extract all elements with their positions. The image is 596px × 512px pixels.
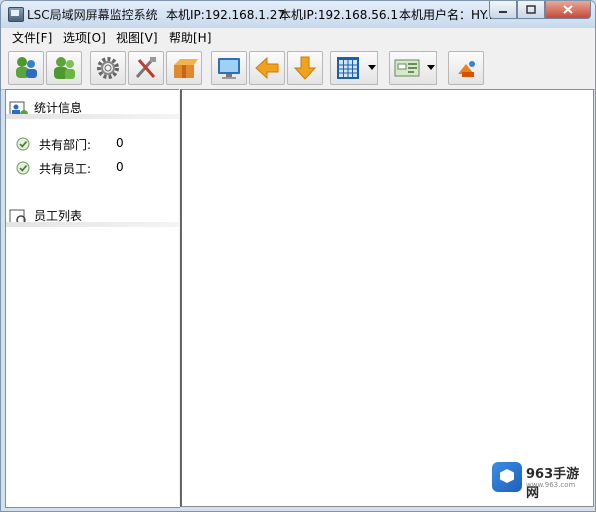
navigation-pane: 统计信息 共有部门: 0 共有员工: 0 员工列表	[5, 89, 180, 508]
download-button[interactable]	[287, 51, 323, 85]
stats-header-bar	[6, 114, 179, 119]
local-username: 本机用户名：HY...	[399, 8, 497, 22]
menu-options[interactable]: 选项[O]	[63, 29, 106, 46]
layout-dropdown[interactable]	[365, 51, 378, 85]
department-count-label: 共有部门:	[39, 138, 92, 152]
employee-list-header-bar	[6, 222, 179, 227]
window-controls	[489, 1, 591, 19]
watermark-site: www.963.com	[526, 481, 576, 489]
package-icon	[174, 59, 198, 78]
gear-icon	[97, 57, 119, 79]
exit-icon	[458, 61, 475, 77]
minimize-button[interactable]	[489, 1, 517, 19]
network-button[interactable]	[389, 51, 425, 85]
employee-list-section-header[interactable]: 员工列表	[6, 198, 179, 228]
add-users-button[interactable]	[8, 51, 44, 85]
add-users-icon	[16, 57, 37, 78]
back-button[interactable]	[249, 51, 285, 85]
stats-section-header[interactable]: 统计信息	[6, 90, 179, 120]
settings-button[interactable]	[90, 51, 126, 85]
arrow-left-icon	[255, 56, 279, 80]
menu-bar: 文件[F] 选项[O] 视图[V] 帮助[H]	[1, 28, 595, 45]
app-icon[interactable]	[8, 7, 24, 22]
title-bar[interactable]: LSC局域网屏幕监控系统 本机IP:192.168.1.27 本机IP:192.…	[1, 1, 595, 27]
arrow-down-icon	[293, 56, 317, 80]
maximize-icon	[526, 5, 536, 14]
screen-monitor-button[interactable]	[211, 51, 247, 85]
grid-layout-icon	[337, 57, 359, 79]
minimize-icon	[499, 10, 507, 13]
check-icon	[16, 137, 30, 151]
screen-view-area[interactable]	[180, 89, 594, 507]
network-dropdown[interactable]	[424, 51, 437, 85]
employee-count-value: 0	[116, 160, 124, 174]
app-window: LSC局域网屏幕监控系统 本机IP:192.168.1.27 本机IP:192.…	[0, 0, 596, 512]
menu-view[interactable]: 视图[V]	[116, 29, 158, 46]
package-button[interactable]	[166, 51, 202, 85]
menu-help[interactable]: 帮助[H]	[169, 29, 211, 46]
tools-icon	[135, 57, 156, 78]
maximize-button[interactable]	[517, 1, 545, 19]
tools-button[interactable]	[128, 51, 164, 85]
monitor-icon	[218, 58, 240, 79]
toolbar	[1, 45, 595, 90]
exit-button[interactable]	[448, 51, 484, 85]
employee-count-label: 共有员工:	[39, 162, 92, 176]
watermark-badge: 963手游网 www.963.com	[492, 460, 592, 501]
network-card-icon	[394, 59, 420, 77]
users-icon	[54, 57, 75, 79]
menu-file[interactable]: 文件[F]	[12, 29, 52, 46]
local-ip-1: 本机IP:192.168.1.27	[166, 8, 285, 22]
layout-button[interactable]	[330, 51, 366, 85]
department-count-value: 0	[116, 136, 124, 150]
users-button[interactable]	[46, 51, 82, 85]
watermark-logo-icon	[492, 462, 522, 492]
close-button[interactable]	[545, 1, 591, 19]
window-title: LSC局域网屏幕监控系统	[27, 8, 158, 22]
local-ip-2: 本机IP:192.168.56.1	[279, 8, 398, 22]
close-icon	[563, 5, 573, 14]
check-icon	[16, 161, 30, 175]
